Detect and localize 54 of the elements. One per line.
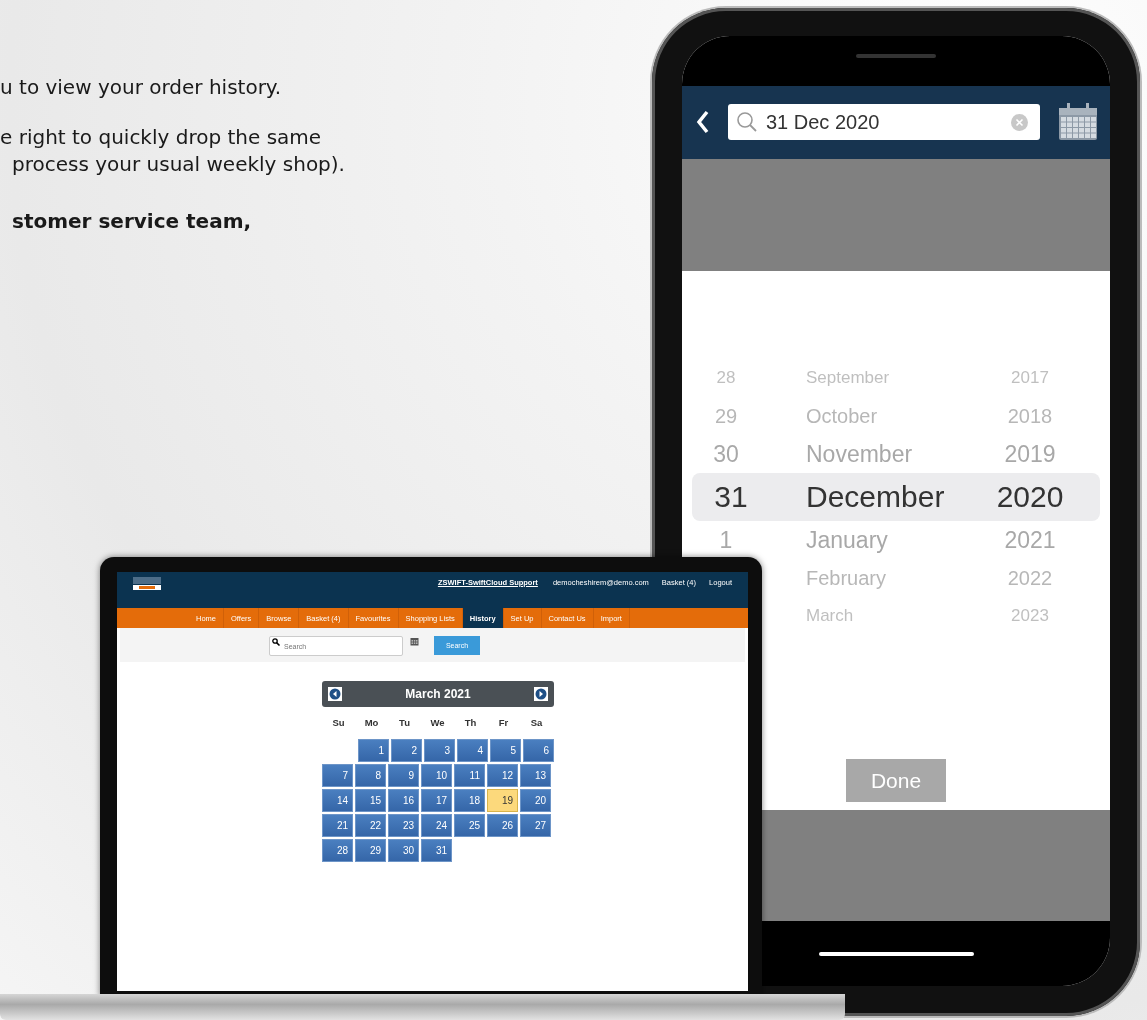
search-icon <box>736 111 758 134</box>
previous-month-icon[interactable] <box>328 687 342 701</box>
back-chevron-icon[interactable] <box>696 110 710 135</box>
calendar-day[interactable]: 22 <box>355 814 386 837</box>
calendar-day[interactable]: 8 <box>355 764 386 787</box>
calendar-day[interactable]: 1 <box>358 739 389 762</box>
calendar-day[interactable]: 17 <box>421 789 452 812</box>
calendar-icon[interactable] <box>1058 103 1098 142</box>
calendar-day[interactable]: 3 <box>424 739 455 762</box>
calendar-day[interactable]: 7 <box>322 764 353 787</box>
calendar-icon[interactable] <box>410 636 419 646</box>
calendar-day[interactable]: 23 <box>388 814 419 837</box>
calendar-day[interactable]: 26 <box>487 814 518 837</box>
slide-text-line: u to view your order history. <box>0 74 283 101</box>
weekday-label: Tu <box>398 717 411 728</box>
calendar-day[interactable]: 11 <box>454 764 485 787</box>
slide-text-line: stomer service team, <box>11 208 253 235</box>
weekday-label: Fr <box>497 717 510 728</box>
calendar-day[interactable]: 21 <box>322 814 353 837</box>
calendar-day[interactable]: 9 <box>388 764 419 787</box>
weekday-label: Su <box>331 717 346 728</box>
weekday-label: Sa <box>529 717 544 728</box>
calendar-day[interactable]: 28 <box>322 839 353 862</box>
calendar-day[interactable]: 25 <box>454 814 485 837</box>
calendar-day[interactable]: 13 <box>520 764 551 787</box>
picker-year[interactable]: 2020 <box>980 480 1080 515</box>
calendar-day[interactable]: 12 <box>487 764 518 787</box>
calendar-day[interactable]: 14 <box>322 789 353 812</box>
calendar-month: March 2021 <box>405 687 471 701</box>
calendar-day[interactable]: 2 <box>391 739 422 762</box>
calendar-day[interactable]: 15 <box>355 789 386 812</box>
weekday-label: Th <box>463 717 478 728</box>
weekday-label: We <box>429 717 446 728</box>
calendar-day[interactable]: 27 <box>520 814 551 837</box>
date-search-field[interactable]: 31 Dec 2020 <box>728 104 1040 141</box>
calendar-day[interactable]: 19 <box>487 789 518 812</box>
next-month-icon[interactable] <box>534 687 548 701</box>
calendar-day[interactable]: 24 <box>421 814 452 837</box>
calendar-day[interactable]: 10 <box>421 764 452 787</box>
calendar-day[interactable]: 30 <box>388 839 419 862</box>
search-icon <box>272 638 280 646</box>
calendar-day[interactable]: 20 <box>520 789 551 812</box>
slide-text-line: process your usual weekly shop). <box>11 151 345 178</box>
calendar-day[interactable]: 29 <box>355 839 386 862</box>
calendar-day[interactable]: 18 <box>454 789 485 812</box>
calendar-day[interactable]: 5 <box>490 739 521 762</box>
calendar-day[interactable]: 6 <box>523 739 554 762</box>
slide-text-line: e right to quickly drop the same <box>0 124 323 151</box>
picker-month[interactable]: December <box>770 480 980 515</box>
calendar-day[interactable]: 31 <box>421 839 452 862</box>
picker-day[interactable]: 31 <box>692 480 770 515</box>
weekday-label: Mo <box>363 717 380 728</box>
calendar-day[interactable]: 16 <box>388 789 419 812</box>
calendar-day[interactable]: 4 <box>457 739 488 762</box>
